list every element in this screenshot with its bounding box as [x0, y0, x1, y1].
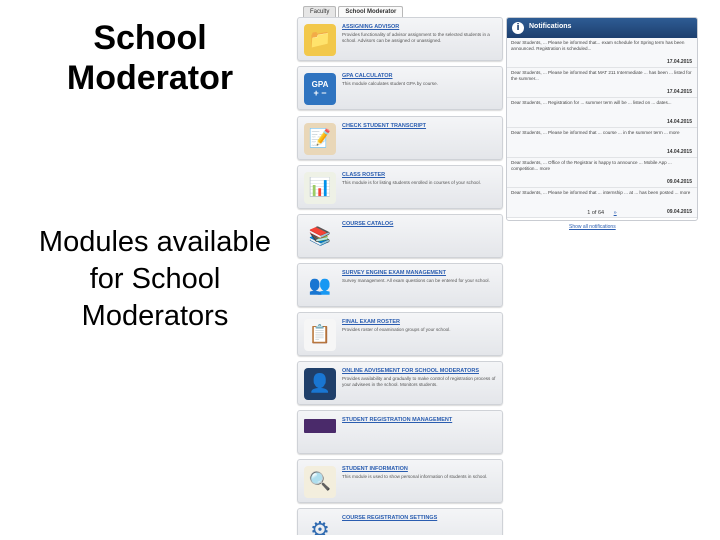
class-roster-icon: 📊 [304, 172, 336, 204]
notification-text: Dear Students, ... Office of the Registr… [511, 160, 672, 171]
module-description: Provides functionality of advisor assign… [342, 32, 490, 43]
module-title[interactable]: ASSIGNING ADVISOR [342, 24, 498, 30]
module-title[interactable]: COURSE REGISTRATION SETTINGS [342, 515, 498, 521]
notification-text: Dear Students, ... Registration for ... … [511, 100, 672, 105]
module-final-exam-roster[interactable]: 📋 FINAL EXAM ROSTER Provides roster of e… [297, 312, 503, 356]
module-description: Provides roster of examination groups of… [342, 327, 451, 332]
notification-item[interactable]: Dear Students, ... Please be informed th… [507, 68, 697, 98]
books-icon: 📚 [308, 226, 332, 247]
module-course-catalog[interactable]: 📚 COURSE CATALOG [297, 214, 503, 258]
module-title[interactable]: FINAL EXAM ROSTER [342, 319, 498, 325]
info-icon: i [512, 22, 524, 34]
exam-roster-icon: 📋 [304, 319, 336, 351]
registration-icon [304, 419, 336, 433]
notification-item[interactable]: Dear Students, ... Registration for ... … [507, 98, 697, 128]
notification-date: 14.04.2015 [666, 149, 692, 155]
module-title[interactable]: CLASS ROSTER [342, 172, 498, 178]
module-title[interactable]: CHECK STUDENT TRANSCRIPT [342, 123, 498, 129]
people-icon: 👥 [308, 275, 332, 296]
module-course-registration-settings[interactable]: ⚙ COURSE REGISTRATION SETTINGS [297, 508, 503, 535]
module-title[interactable]: STUDENT INFORMATION [342, 466, 498, 472]
advisement-icon: 👤 [304, 368, 336, 400]
notification-text: Dear Students, ... Please be informed th… [511, 70, 692, 81]
module-title[interactable]: COURSE CATALOG [342, 221, 498, 227]
notification-text: Dear Students, ... Please be informed th… [511, 130, 680, 135]
pager-next-button[interactable]: » [614, 210, 617, 216]
module-student-information[interactable]: 🔍 STUDENT INFORMATION This module is use… [297, 459, 503, 503]
notification-date: 09.04.2015 [666, 179, 692, 185]
notification-text: Dear Students, ... Please be informed th… [511, 190, 691, 195]
notification-item[interactable]: Dear Students, ... Please be informed th… [507, 38, 697, 68]
student-info-icon: 🔍 [304, 466, 336, 498]
transcript-icon: 📝 [304, 123, 336, 155]
module-description: Provides availability and gradually to m… [342, 376, 496, 387]
notifications-pager: 1 of 64 » [507, 210, 697, 216]
module-gpa-calculator[interactable]: GPA + − GPA CALCULATOR This module calcul… [297, 66, 503, 110]
folder-person-icon: 📁 [304, 24, 336, 56]
gear-icon: ⚙ [310, 518, 330, 536]
pager-status: 1 of 64 [587, 210, 605, 216]
notifications-header: i Notifications [507, 18, 697, 38]
module-title[interactable]: SURVEY ENGINE EXAM MANAGEMENT [342, 270, 498, 276]
notifications-panel: i Notifications Dear Students, ... Pleas… [506, 17, 698, 221]
module-description: This module is used to show personal inf… [342, 474, 488, 479]
notifications-title: Notifications [529, 23, 572, 30]
module-title[interactable]: ONLINE ADVISEMENT FOR SCHOOL MODERATORS [342, 368, 498, 374]
module-check-student-transcript[interactable]: 📝 CHECK STUDENT TRANSCRIPT [297, 116, 503, 160]
module-class-roster[interactable]: 📊 CLASS ROSTER This module is for listin… [297, 165, 503, 209]
app-screenshot: Faculty School Moderator 📁 ASSIGNING ADV… [293, 3, 700, 535]
notification-date: 17.04.2015 [666, 59, 692, 65]
module-title[interactable]: GPA CALCULATOR [342, 73, 498, 79]
notification-item[interactable]: Dear Students, ... Please be informed th… [507, 128, 697, 158]
notification-date: 17.04.2015 [666, 89, 692, 95]
module-survey-engine[interactable]: 👥 SURVEY ENGINE EXAM MANAGEMENT Survey m… [297, 263, 503, 307]
slide-title: School Moderator [66, 19, 234, 97]
gpa-calculator-icon: GPA + − [304, 73, 336, 105]
notification-date: 14.04.2015 [666, 119, 692, 125]
notification-text: Dear Students, ... Please be informed th… [511, 40, 685, 51]
module-description: This module calculates student GPA by co… [342, 81, 438, 86]
module-student-registration-management[interactable]: STUDENT REGISTRATION MANAGEMENT [297, 410, 503, 454]
module-online-advisement[interactable]: 👤 ONLINE ADVISEMENT FOR SCHOOL MODERATOR… [297, 361, 503, 405]
show-all-notifications-link[interactable]: Show all notifications [569, 224, 616, 230]
slide-subtitle: Modules available for School Moderators [38, 226, 272, 332]
module-title[interactable]: STUDENT REGISTRATION MANAGEMENT [342, 417, 498, 423]
module-description: Survey management. All exam questions ca… [342, 278, 490, 283]
module-description: This module is for listing students enro… [342, 180, 481, 185]
module-assigning-advisor[interactable]: 📁 ASSIGNING ADVISOR Provides functionali… [297, 17, 503, 61]
notification-item[interactable]: Dear Students, ... Office of the Registr… [507, 158, 697, 188]
